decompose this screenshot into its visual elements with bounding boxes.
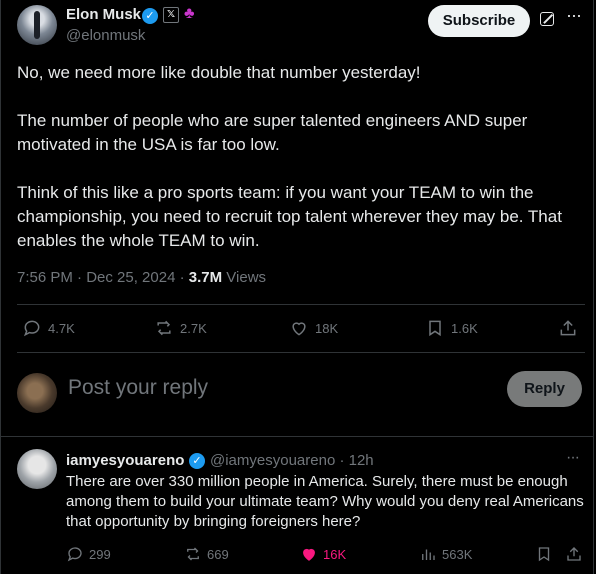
share-icon <box>560 320 576 336</box>
comment-author-name[interactable]: iamyesyouareno <box>66 452 184 469</box>
comment-like-count: 16K <box>323 546 347 562</box>
comment-text: There are over 330 million people in Ame… <box>66 473 584 530</box>
comment-repost-action[interactable]: 669 <box>184 545 229 563</box>
user-avatar[interactable] <box>17 373 57 413</box>
reply-icon <box>67 547 82 562</box>
author-handle[interactable]: @elonmusk <box>66 27 145 44</box>
reply-input[interactable]: Post your reply <box>68 376 208 400</box>
tweet-paragraph: No, we need more like double that number… <box>17 63 421 82</box>
bookmark-count: 1.6K <box>451 320 478 336</box>
tweet-paragraph: Think of this like a pro sports team: if… <box>17 183 562 250</box>
reply-button[interactable]: Reply <box>507 371 582 407</box>
reply-action[interactable]: 4.7K <box>22 318 75 338</box>
comment-reply-action[interactable]: 299 <box>66 545 111 563</box>
divider <box>17 352 585 353</box>
grok-icon[interactable] <box>540 12 554 26</box>
verified-badge-icon: ✓ <box>142 8 158 24</box>
author-name[interactable]: Elon Musk <box>66 6 141 23</box>
heart-icon <box>292 322 306 336</box>
bookmark-action[interactable]: 1.6K <box>425 318 478 338</box>
comment-like-action[interactable]: 16K <box>300 545 346 563</box>
analytics-icon <box>422 549 435 560</box>
reply-icon <box>23 320 40 337</box>
like-count: 18K <box>315 320 339 336</box>
tweet-timestamp[interactable]: 7:56 PM · Dec 25, 2024 · <box>17 269 189 286</box>
author-avatar[interactable] <box>17 5 57 45</box>
like-action[interactable]: 18K <box>289 318 338 338</box>
subscribe-button[interactable]: Subscribe <box>428 5 530 37</box>
comment-views-count: 563K <box>442 546 473 562</box>
comment-avatar[interactable] <box>17 449 57 489</box>
share-action[interactable] <box>558 318 578 338</box>
divider <box>17 304 585 305</box>
share-icon <box>567 547 581 561</box>
tweet-paragraph: The number of people who are super talen… <box>17 111 528 154</box>
repost-icon <box>187 547 199 561</box>
more-icon[interactable]: ··· <box>566 5 582 26</box>
comment-repost-count: 669 <box>207 546 229 562</box>
bookmark-icon <box>538 547 550 562</box>
affiliate-badge-icon: ♣ <box>184 5 195 22</box>
reply-count: 4.7K <box>48 320 75 336</box>
comment-views-action[interactable]: 563K <box>419 545 472 563</box>
x-badge-icon: 𝕏 <box>163 7 179 23</box>
comment-bookmark-action[interactable] <box>535 545 553 563</box>
comment-reply-count: 299 <box>89 546 111 562</box>
heart-filled-icon <box>303 548 315 561</box>
tweet-body: No, we need more like double that number… <box>17 61 587 277</box>
views-label: Views <box>222 269 267 286</box>
comment-more-icon[interactable]: ··· <box>566 449 580 467</box>
verified-badge-icon: ✓ <box>189 453 205 469</box>
comment-handle[interactable]: @iamyesyouareno · 12h <box>210 452 374 469</box>
section-divider <box>0 436 594 437</box>
tweet-meta: 7:56 PM · Dec 25, 2024 · 3.7M Views <box>17 269 266 286</box>
views-count: 3.7M <box>188 269 223 286</box>
comment-share-action[interactable] <box>565 545 583 563</box>
repost-action[interactable]: 2.7K <box>154 318 207 338</box>
bookmark-icon <box>429 320 441 337</box>
repost-count: 2.7K <box>180 320 207 336</box>
repost-icon <box>157 320 171 336</box>
